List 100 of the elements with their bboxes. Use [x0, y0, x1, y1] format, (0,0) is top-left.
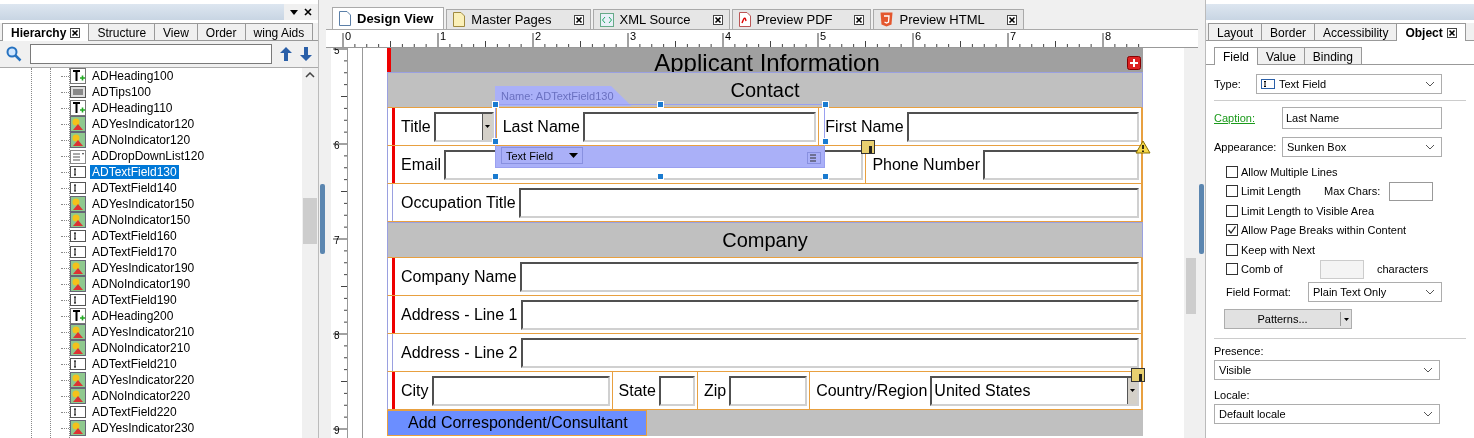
tree-item[interactable]: ADTextField220	[90, 405, 179, 419]
dropdown-field[interactable]	[433, 111, 494, 142]
search-field[interactable]	[30, 44, 272, 64]
text-field[interactable]	[520, 299, 1139, 330]
text-field[interactable]	[519, 261, 1139, 292]
presence-dropdown[interactable]: Visible	[1214, 360, 1440, 380]
checkbox[interactable]	[1226, 224, 1238, 237]
tree-item[interactable]: ADTextField190	[90, 293, 179, 307]
resize-handle[interactable]	[657, 101, 664, 108]
patterns-button[interactable]: Patterns...	[1224, 309, 1352, 329]
panel-tab[interactable]: Layout	[1208, 23, 1263, 40]
scrollbar[interactable]	[302, 68, 318, 438]
splitter-handle[interactable]	[320, 184, 325, 254]
tree-item[interactable]: ADTextField160	[90, 229, 179, 243]
resize-handle[interactable]	[822, 101, 829, 108]
panel-tab[interactable]: Border	[1261, 23, 1316, 40]
resize-handle[interactable]	[492, 138, 499, 145]
checkbox[interactable]	[1226, 263, 1238, 276]
tree-item[interactable]: ADTextField140	[90, 181, 179, 195]
checkbox[interactable]	[1226, 204, 1238, 217]
tree-item[interactable]: ADYesIndicator230	[90, 421, 197, 435]
close-icon[interactable]	[854, 14, 865, 25]
scrollbar-thumb[interactable]	[1186, 258, 1196, 314]
resize-handle[interactable]	[492, 173, 499, 180]
panel-tab[interactable]: View	[154, 23, 198, 40]
field-format-dropdown[interactable]: Plain Text Only	[1308, 282, 1442, 302]
panel-tab[interactable]: wing Aids	[244, 23, 314, 40]
chevron-up-icon[interactable]	[305, 72, 315, 78]
tree-item[interactable]: ADTips100	[90, 85, 153, 99]
close-icon[interactable]	[1446, 28, 1457, 38]
close-icon[interactable]	[70, 28, 81, 38]
tree-item[interactable]: ADYesIndicator190	[90, 261, 197, 275]
text-field[interactable]	[583, 111, 817, 142]
document-tab[interactable]: Master Pages	[446, 9, 591, 29]
document-tab[interactable]: Preview PDF	[731, 9, 872, 29]
appearance-dropdown[interactable]: Sunken Box	[1282, 137, 1442, 157]
caption-link[interactable]: Caption:	[1214, 112, 1276, 124]
sub-tab[interactable]: Field	[1214, 47, 1258, 65]
tree-item[interactable]: ADNoIndicator220	[90, 389, 193, 403]
chevron-down-icon	[1423, 367, 1433, 373]
sub-tab[interactable]: Value	[1257, 47, 1305, 64]
search-icon[interactable]	[6, 46, 22, 62]
panel-tab[interactable]: Structure	[88, 23, 156, 40]
tree-item[interactable]: ADNoIndicator120	[90, 133, 193, 147]
panel-tab[interactable]: Order	[196, 23, 246, 40]
resize-handle[interactable]	[492, 101, 499, 108]
checkbox[interactable]	[1226, 185, 1238, 198]
resize-handle[interactable]	[822, 138, 829, 145]
panel-tab[interactable]: Hierarchy	[2, 23, 90, 41]
panel-tab[interactable]: Object	[1396, 23, 1466, 41]
type-dropdown[interactable]: Text Field	[1256, 74, 1442, 94]
close-icon[interactable]	[573, 14, 584, 25]
tree-item[interactable]: ADNoIndicator210	[90, 341, 193, 355]
splitter-handle[interactable]	[1199, 184, 1204, 254]
close-icon[interactable]	[1006, 14, 1017, 25]
caret-icon	[1343, 317, 1349, 321]
tree-item[interactable]: ADHeading100	[90, 69, 176, 83]
arrow-down-icon[interactable]	[300, 47, 312, 61]
text-field[interactable]	[983, 149, 1139, 180]
tree-item[interactable]: ADDropDownList120	[90, 149, 207, 163]
document-tab[interactable]: Design View	[332, 7, 445, 29]
ruler-number: 0	[345, 30, 352, 42]
checkbox[interactable]	[1226, 243, 1238, 256]
caption-field[interactable]: Last Name	[1282, 107, 1442, 129]
max-chars-field[interactable]	[1389, 181, 1433, 201]
text-field[interactable]	[906, 111, 1139, 142]
document-tab[interactable]: XML Source	[592, 9, 730, 29]
tree-item[interactable]: ADHeading200	[90, 309, 176, 323]
text-field[interactable]	[518, 187, 1139, 218]
tree-item[interactable]: ADYesIndicator120	[90, 117, 197, 131]
resize-handle[interactable]	[822, 173, 829, 180]
resize-handle[interactable]	[657, 173, 664, 180]
tree-item[interactable]: ADYesIndicator210	[90, 325, 197, 339]
tree-item[interactable]: ADYesIndicator220	[90, 373, 197, 387]
tree-item[interactable]: ADYesIndicator150	[90, 197, 197, 211]
close-icon[interactable]	[304, 8, 312, 16]
tree-item[interactable]: ADNoIndicator190	[90, 277, 193, 291]
dropdown-arrow-icon[interactable]	[290, 9, 298, 15]
arrow-up-icon[interactable]	[280, 47, 292, 61]
locale-dropdown[interactable]: Default locale	[1214, 404, 1440, 424]
add-button[interactable]: Add Correspondent/Consultant	[387, 410, 647, 436]
close-icon[interactable]	[712, 14, 723, 25]
tree-item[interactable]: ADTextField130	[90, 165, 179, 179]
text-field[interactable]	[729, 375, 808, 406]
tree-item[interactable]: ADTextField210	[90, 357, 179, 371]
scrollbar-thumb[interactable]	[303, 198, 317, 244]
tree-item[interactable]: ADTextField170	[90, 245, 179, 259]
type-menu[interactable]: Text Field	[501, 147, 584, 164]
checkbox[interactable]	[1226, 165, 1238, 178]
sub-tab[interactable]: Binding	[1303, 47, 1362, 64]
tree-item[interactable]: ADHeading110	[90, 101, 175, 115]
text-field[interactable]	[431, 375, 610, 406]
field-label: Field Format:	[1226, 286, 1292, 298]
ruler-number: 3	[630, 30, 637, 42]
panel-tab[interactable]: Accessibility	[1314, 23, 1398, 40]
text-field[interactable]	[658, 375, 695, 406]
document-tab[interactable]: Preview HTML	[873, 9, 1024, 29]
dropdown-field[interactable]: United States	[930, 375, 1139, 406]
tree-item[interactable]: ADNoIndicator150	[90, 213, 193, 227]
text-field[interactable]	[520, 337, 1139, 368]
